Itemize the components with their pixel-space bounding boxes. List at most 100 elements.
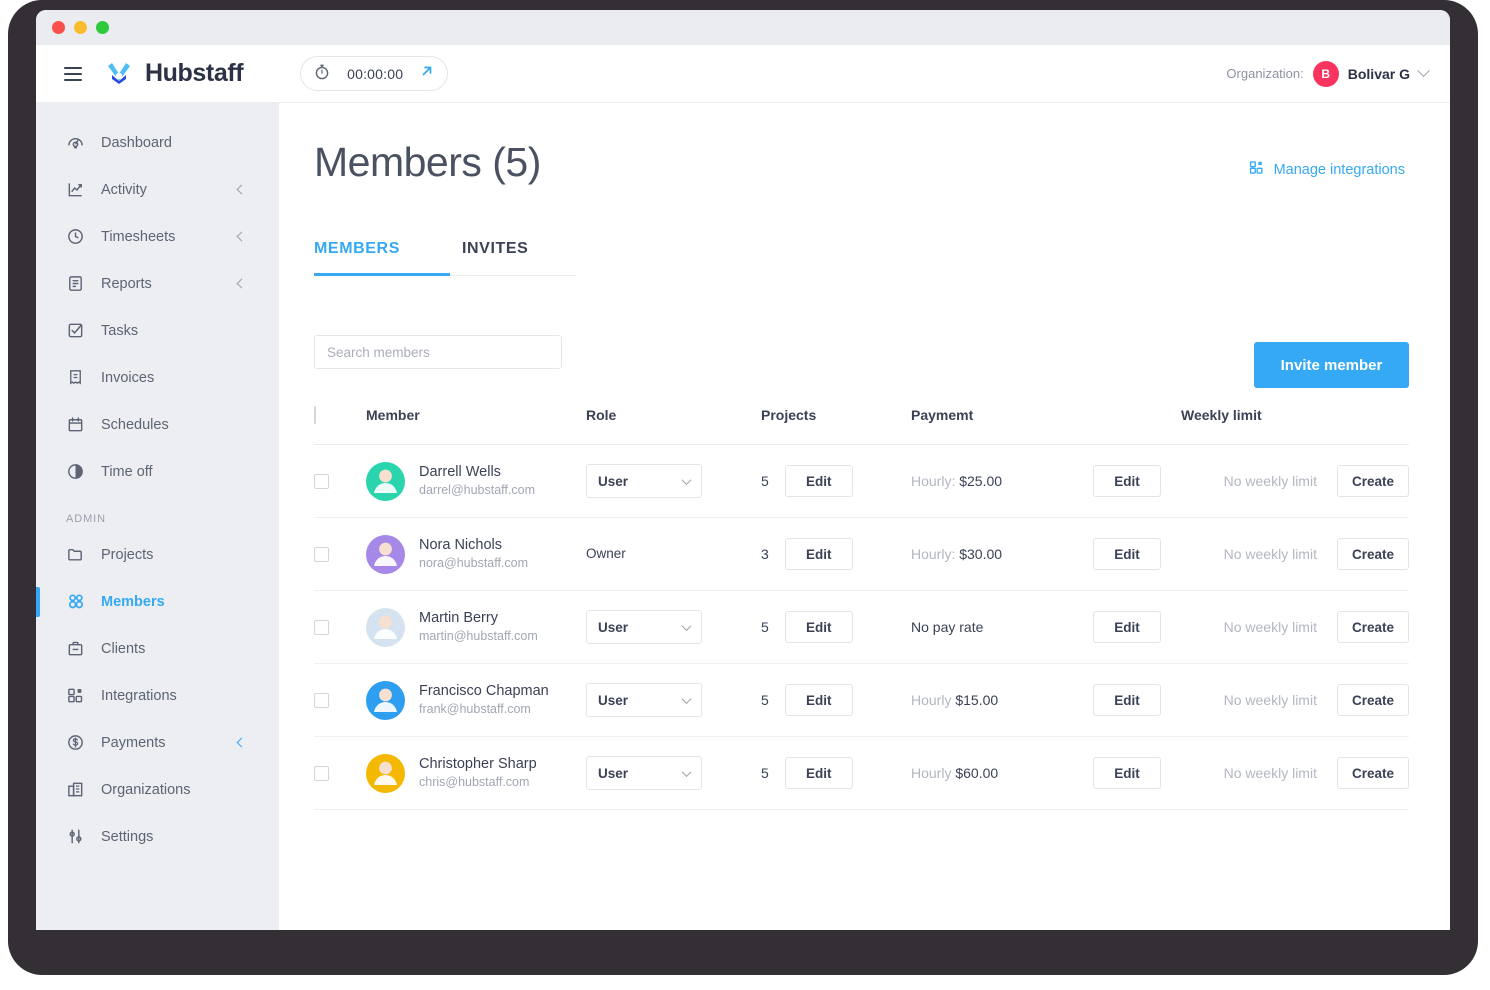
create-weekly-limit-button[interactable]: Create — [1336, 465, 1409, 497]
role-value: Owner — [586, 546, 626, 561]
chevron-down-icon — [1417, 64, 1430, 78]
window-minimize-button[interactable] — [74, 21, 87, 34]
member-name: Christopher Sharp — [419, 755, 537, 772]
member-email: martin@hubstaff.com — [419, 629, 538, 644]
weekly-limit-cell: No weekly limit Create — [1181, 445, 1409, 518]
sidebar-item-clients[interactable]: Clients — [36, 625, 279, 672]
sidebar-item-organizations[interactable]: Organizations — [36, 766, 279, 813]
edit-projects-button[interactable]: Edit — [784, 611, 853, 643]
sidebar-item-projects[interactable]: Projects — [36, 531, 279, 578]
select-all-checkbox[interactable] — [314, 406, 316, 424]
edit-projects-button[interactable]: Edit — [784, 538, 853, 570]
create-weekly-limit-button[interactable]: Create — [1336, 611, 1409, 643]
role-select[interactable]: User — [586, 756, 702, 790]
sidebar-item-timesheets[interactable]: Timesheets — [36, 213, 279, 260]
weekly-limit-value: No weekly limit — [1223, 546, 1317, 562]
payment-cell: Hourly: $25.00 Edit — [911, 445, 1181, 518]
projects-cell: 5 Edit — [761, 737, 911, 810]
sidebar-item-label: Timesheets — [101, 228, 176, 245]
create-weekly-limit-button[interactable]: Create — [1336, 757, 1409, 789]
row-checkbox[interactable] — [314, 765, 329, 781]
weekly-limit-value: No weekly limit — [1223, 619, 1317, 635]
integrations-icon — [66, 686, 85, 705]
payment-cell: Hourly: $30.00 Edit — [911, 518, 1181, 591]
create-weekly-limit-button[interactable]: Create — [1336, 538, 1409, 570]
payment-rate: No pay rate — [911, 619, 984, 635]
weekly-limit-cell: No weekly limit Create — [1181, 591, 1409, 664]
role-select[interactable]: User — [586, 464, 702, 498]
row-select-cell — [314, 518, 366, 591]
sidebar-item-activity[interactable]: Activity — [36, 166, 279, 213]
projects-count: 5 — [761, 765, 769, 781]
member-email: nora@hubstaff.com — [419, 556, 529, 571]
sidebar-item-integrations[interactable]: Integrations — [36, 672, 279, 719]
tab-invites[interactable]: INVITES — [462, 240, 528, 275]
sidebar-item-members[interactable]: Members — [36, 578, 279, 625]
window-close-button[interactable] — [52, 21, 65, 34]
reports-icon — [66, 274, 85, 293]
briefcase-icon — [66, 639, 85, 658]
row-checkbox[interactable] — [314, 692, 329, 708]
activity-icon — [66, 180, 85, 199]
sidebar-item-label: Reports — [101, 275, 152, 292]
row-checkbox[interactable] — [314, 619, 329, 635]
main-content: Members (5) Manage integrations MEMBERS … — [279, 103, 1450, 930]
sidebar-item-label: Time off — [101, 463, 153, 480]
timeoff-icon — [66, 462, 85, 481]
edit-projects-button[interactable]: Edit — [784, 757, 853, 789]
organization-switcher[interactable]: Organization: B Bolivar G — [1226, 60, 1430, 87]
role-cell: User — [586, 591, 761, 664]
member-email: chris@hubstaff.com — [419, 775, 530, 790]
page-title: Members (5) — [314, 139, 541, 185]
organization-label: Organization: — [1226, 66, 1304, 81]
members-icon — [66, 592, 85, 611]
payment-cell: No pay rate Edit — [911, 591, 1181, 664]
sidebar-item-schedules[interactable]: Schedules — [36, 401, 279, 448]
dollar-circle-icon — [66, 733, 85, 752]
row-checkbox[interactable] — [314, 546, 329, 562]
edit-payment-button[interactable]: Edit — [1093, 757, 1161, 789]
column-header-select — [314, 406, 366, 445]
timer-widget[interactable]: 00:00:00 — [300, 56, 449, 91]
sidebar-item-tasks[interactable]: Tasks — [36, 307, 279, 354]
weekly-limit-value: No weekly limit — [1223, 765, 1317, 781]
sidebar-item-invoices[interactable]: Invoices — [36, 354, 279, 401]
role-select[interactable]: User — [586, 683, 702, 717]
edit-payment-button[interactable]: Edit — [1093, 465, 1161, 497]
edit-payment-button[interactable]: Edit — [1093, 538, 1161, 570]
manage-integrations-link[interactable]: Manage integrations — [1248, 159, 1405, 180]
table-header-row: Member Role Projects Paymemt Weekly limi… — [314, 406, 1409, 445]
edit-projects-button[interactable]: Edit — [784, 465, 853, 497]
search-input[interactable] — [314, 335, 562, 369]
sidebar-item-time-off[interactable]: Time off — [36, 448, 279, 495]
edit-projects-button[interactable]: Edit — [784, 684, 853, 716]
row-checkbox[interactable] — [314, 473, 329, 489]
sidebar-item-payments[interactable]: Payments — [36, 719, 279, 766]
avatar — [366, 753, 405, 793]
sidebar-item-settings[interactable]: Settings — [36, 813, 279, 860]
brand-logo[interactable]: Hubstaff — [104, 56, 244, 91]
create-weekly-limit-button[interactable]: Create — [1336, 684, 1409, 716]
row-select-cell — [314, 737, 366, 810]
hamburger-icon[interactable] — [64, 66, 82, 81]
window-titlebar — [36, 10, 1450, 45]
column-header-projects: Projects — [761, 407, 911, 445]
sidebar-item-dashboard[interactable]: Dashboard — [36, 119, 279, 166]
table-header: Member Role Projects Paymemt Weekly limi… — [314, 406, 1409, 445]
invite-member-button[interactable]: Invite member — [1254, 342, 1409, 388]
projects-cell: 5 Edit — [761, 591, 911, 664]
column-header-payment: Paymemt — [911, 407, 1181, 445]
manage-integrations-label: Manage integrations — [1273, 161, 1405, 178]
arrow-up-right-icon[interactable] — [420, 64, 434, 83]
role-select[interactable]: User — [586, 610, 702, 644]
table-row: Martin Berry martin@hubstaff.com User 5 Edit… — [314, 591, 1409, 664]
members-table: Member Role Projects Paymemt Weekly limi… — [314, 406, 1409, 810]
edit-payment-button[interactable]: Edit — [1093, 611, 1161, 643]
sidebar-item-reports[interactable]: Reports — [36, 260, 279, 307]
tab-members[interactable]: MEMBERS — [314, 240, 400, 275]
window-maximize-button[interactable] — [96, 21, 109, 34]
edit-payment-button[interactable]: Edit — [1093, 684, 1161, 716]
sidebar-item-label: Settings — [101, 828, 154, 845]
table-row: Francisco Chapman frank@hubstaff.com User 5… — [314, 664, 1409, 737]
member-cell: Darrell Wells darrel@hubstaff.com — [366, 445, 586, 518]
